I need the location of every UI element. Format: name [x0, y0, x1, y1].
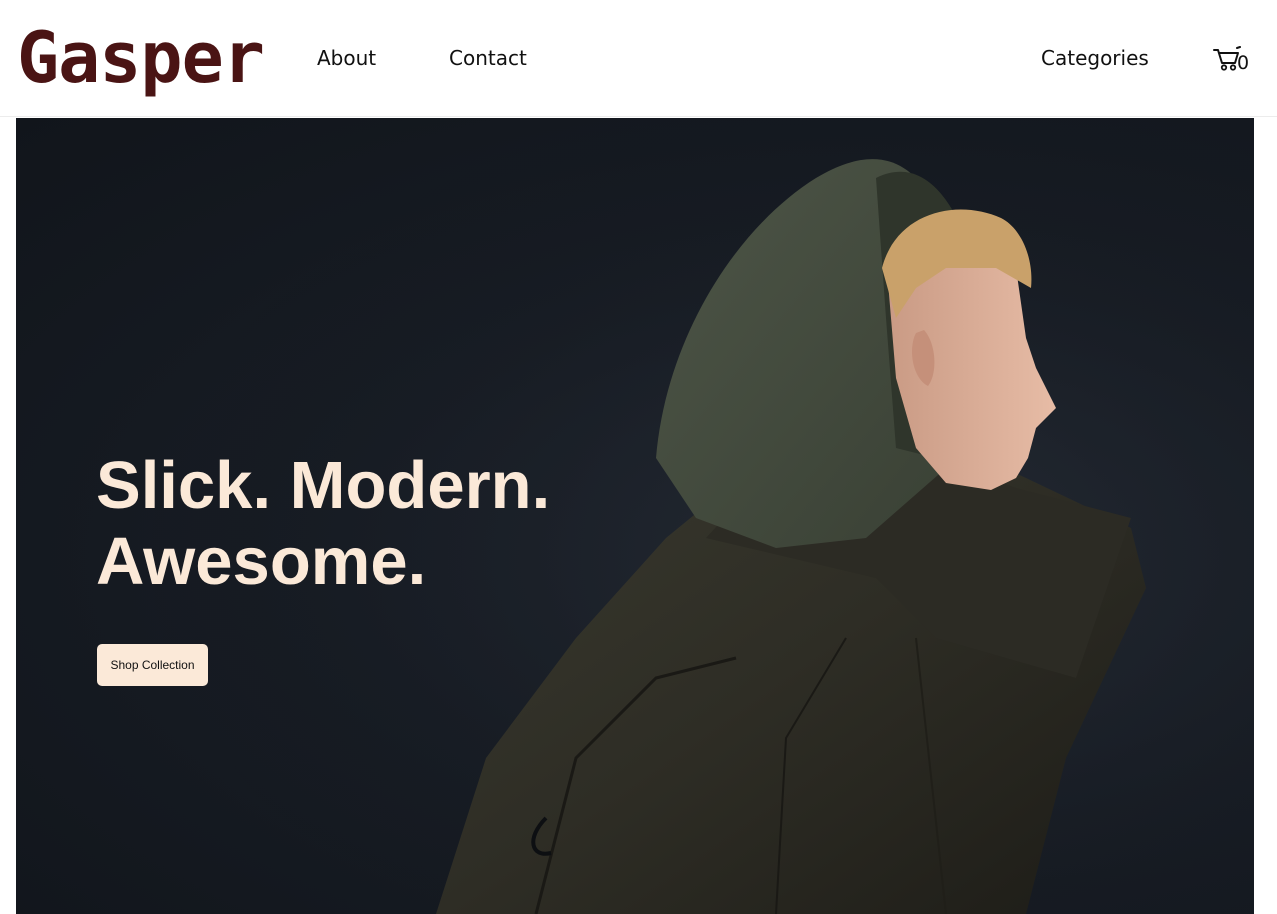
brand-logo[interactable]: Gasper: [17, 20, 265, 96]
nav-link-contact[interactable]: Contact: [449, 46, 527, 70]
hero-heading-line-2: Awesome.: [96, 524, 427, 599]
shop-collection-button[interactable]: Shop Collection: [97, 644, 208, 686]
nav-link-about[interactable]: About: [317, 46, 376, 70]
hero-heading-line-1: Slick. Modern.: [96, 448, 551, 523]
site-header: Gasper About Contact Categories 0: [0, 0, 1277, 117]
cart-button[interactable]: 0: [1213, 44, 1253, 76]
hero-heading: Slick. Modern. Awesome.: [96, 448, 550, 600]
nav-link-categories[interactable]: Categories: [1041, 46, 1149, 70]
cart-count-badge: 0: [1237, 52, 1250, 74]
hero-banner: Slick. Modern. Awesome. Shop Collection: [16, 118, 1254, 914]
